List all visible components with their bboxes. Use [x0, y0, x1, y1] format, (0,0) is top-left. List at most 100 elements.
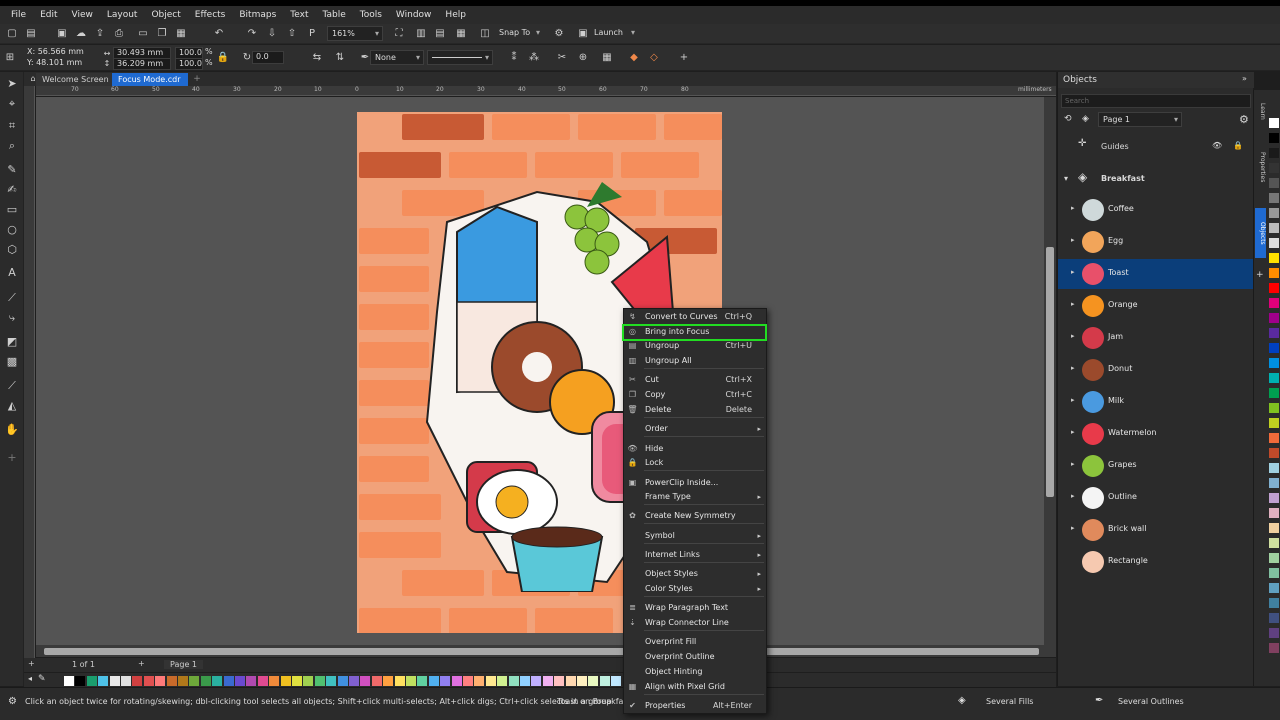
menu-item-properties[interactable]: ✔ Properties Alt+Enter: [624, 699, 766, 713]
menu-table[interactable]: Table: [315, 10, 352, 20]
layers-icon[interactable]: ◈: [1082, 114, 1089, 124]
menu-item-cut[interactable]: ✂ Cut Ctrl+X: [624, 373, 766, 387]
menu-item-delete[interactable]: 🗑 Delete Delete: [624, 403, 766, 417]
palette-swatch[interactable]: [1269, 403, 1279, 413]
palette-swatch[interactable]: [75, 676, 86, 686]
palette-scroll-left-icon[interactable]: ◂: [28, 674, 32, 683]
menu-item-internet-links[interactable]: Internet Links ▸: [624, 548, 766, 562]
palette-swatch[interactable]: [1269, 448, 1279, 458]
menu-item-convert-to-curves[interactable]: ↯ Convert to Curves Ctrl+Q: [624, 310, 766, 324]
menu-item-object-styles[interactable]: Object Styles ▸: [624, 567, 766, 581]
palette-swatch[interactable]: [212, 676, 223, 686]
menu-object[interactable]: Object: [144, 10, 187, 20]
new-document-icon[interactable]: ▢: [5, 27, 19, 41]
rotation-field[interactable]: 0.0: [252, 51, 284, 64]
menu-file[interactable]: File: [4, 10, 33, 20]
layer-manager-icon[interactable]: ⟲: [1064, 114, 1072, 124]
tab-properties[interactable]: Properties: [1255, 144, 1266, 190]
palette-swatch[interactable]: [1269, 133, 1279, 143]
snap-icon[interactable]: ◫: [478, 27, 492, 41]
palette-swatch[interactable]: [189, 676, 200, 686]
palette-swatch[interactable]: [64, 676, 74, 686]
menu-item-copy[interactable]: ❐ Copy Ctrl+C: [624, 388, 766, 402]
vertical-scroll-thumb[interactable]: [1046, 247, 1054, 497]
to-back-icon[interactable]: ◇: [647, 51, 661, 65]
menu-item-ungroup-all[interactable]: ▥ Ungroup All: [624, 354, 766, 368]
palette-swatch[interactable]: [577, 676, 587, 686]
palette-swatch[interactable]: [1269, 568, 1279, 578]
object-row-grapes[interactable]: ▸ Grapes: [1058, 451, 1254, 481]
full-screen-icon[interactable]: ⛶: [392, 27, 406, 41]
add-icon[interactable]: +: [677, 51, 691, 65]
rectangle-tool-icon[interactable]: ▭: [4, 202, 20, 218]
add-tool-icon[interactable]: +: [4, 450, 20, 466]
transparency-icon[interactable]: ▩: [4, 354, 20, 370]
palette-swatch[interactable]: [1269, 223, 1279, 233]
outline-icon[interactable]: ✒: [1095, 695, 1103, 706]
palette-swatch[interactable]: [98, 676, 109, 686]
line-style-dropdown[interactable]: [427, 50, 493, 65]
menu-text[interactable]: Text: [283, 10, 315, 20]
palette-swatch[interactable]: [109, 676, 120, 686]
palette-swatch[interactable]: [542, 676, 553, 686]
upload-icon[interactable]: ⇪: [93, 27, 107, 41]
palette-swatch[interactable]: [1269, 418, 1279, 428]
expand-arrow-icon[interactable]: ▸: [1071, 300, 1075, 308]
menu-item-powerclip-inside[interactable]: ▣ PowerClip Inside...: [624, 476, 766, 490]
palette-swatch[interactable]: [1269, 373, 1279, 383]
palette-swatch[interactable]: [280, 676, 291, 686]
mirror-horizontal-icon[interactable]: ⇆: [310, 51, 324, 65]
smart-fill-icon[interactable]: ✋: [4, 422, 20, 438]
palette-swatch[interactable]: [1269, 388, 1279, 398]
layer-collapse-arrow-icon[interactable]: ▾: [1064, 174, 1068, 183]
show-grid-icon[interactable]: ▤: [433, 27, 447, 41]
align-icon[interactable]: ▦: [600, 51, 614, 65]
palette-swatch[interactable]: [1269, 298, 1279, 308]
combine-icon[interactable]: ⁂: [527, 51, 541, 65]
add-page-end-icon[interactable]: +: [138, 659, 145, 668]
menu-item-wrap-paragraph-text[interactable]: ≣ Wrap Paragraph Text: [624, 601, 766, 615]
menu-help[interactable]: Help: [438, 10, 473, 20]
palette-swatch[interactable]: [1269, 328, 1279, 338]
palette-swatch[interactable]: [394, 676, 405, 686]
palette-swatch[interactable]: [1269, 433, 1279, 443]
palette-swatch[interactable]: [1269, 628, 1279, 638]
object-row-coffee[interactable]: ▸ Coffee: [1058, 195, 1254, 225]
menu-tools[interactable]: Tools: [353, 10, 389, 20]
palette-swatch[interactable]: [531, 676, 542, 686]
add-docker-icon[interactable]: +: [1256, 270, 1264, 280]
expand-arrow-icon[interactable]: ▸: [1071, 396, 1075, 404]
palette-swatch[interactable]: [223, 676, 234, 686]
palette-swatch[interactable]: [326, 676, 337, 686]
object-row-toast[interactable]: ▸ Toast: [1058, 259, 1254, 289]
menu-edit[interactable]: Edit: [33, 10, 64, 20]
panel-collapse-icon[interactable]: »: [1242, 74, 1247, 83]
menu-item-create-new-symmetry[interactable]: ✿ Create New Symmetry: [624, 509, 766, 523]
text-tool-icon[interactable]: A: [4, 265, 20, 281]
palette-swatch[interactable]: [257, 676, 268, 686]
palette-swatch[interactable]: [292, 676, 302, 686]
tab-focus-mode[interactable]: Focus Mode.cdr: [112, 73, 188, 86]
palette-swatch[interactable]: [200, 676, 211, 686]
copy-tool-icon[interactable]: ❐: [155, 27, 169, 41]
parallel-dimension-icon[interactable]: ⟋: [4, 290, 20, 306]
show-rulers-icon[interactable]: ▥: [414, 27, 428, 41]
horizontal-ruler[interactable]: 70 60 50 40 30 20 10 0 10 20 30 40 50 60…: [36, 86, 1056, 96]
palette-swatch[interactable]: [86, 676, 97, 686]
panel-settings-gear-icon[interactable]: ⚙: [1239, 113, 1249, 126]
cloud-icon[interactable]: ☁: [74, 27, 88, 41]
eyedropper-icon[interactable]: ⟋: [4, 378, 20, 394]
menu-item-bring-into-focus[interactable]: ◎ Bring into Focus: [622, 324, 767, 341]
zoom-tool-icon[interactable]: ⌕: [4, 138, 20, 154]
artistic-media-icon[interactable]: ✍: [4, 182, 20, 198]
palette-swatch[interactable]: [1269, 118, 1279, 128]
palette-swatch[interactable]: [235, 676, 245, 686]
trim-icon[interactable]: ✂: [555, 51, 569, 65]
palette-swatch[interactable]: [463, 676, 473, 686]
palette-swatch[interactable]: [497, 676, 508, 686]
object-row-orange[interactable]: ▸ Orange: [1058, 291, 1254, 321]
palette-swatch[interactable]: [1269, 538, 1279, 548]
expand-arrow-icon[interactable]: ▸: [1071, 268, 1075, 276]
expand-arrow-icon[interactable]: ▸: [1071, 428, 1075, 436]
print-icon[interactable]: ⎙: [112, 27, 126, 41]
